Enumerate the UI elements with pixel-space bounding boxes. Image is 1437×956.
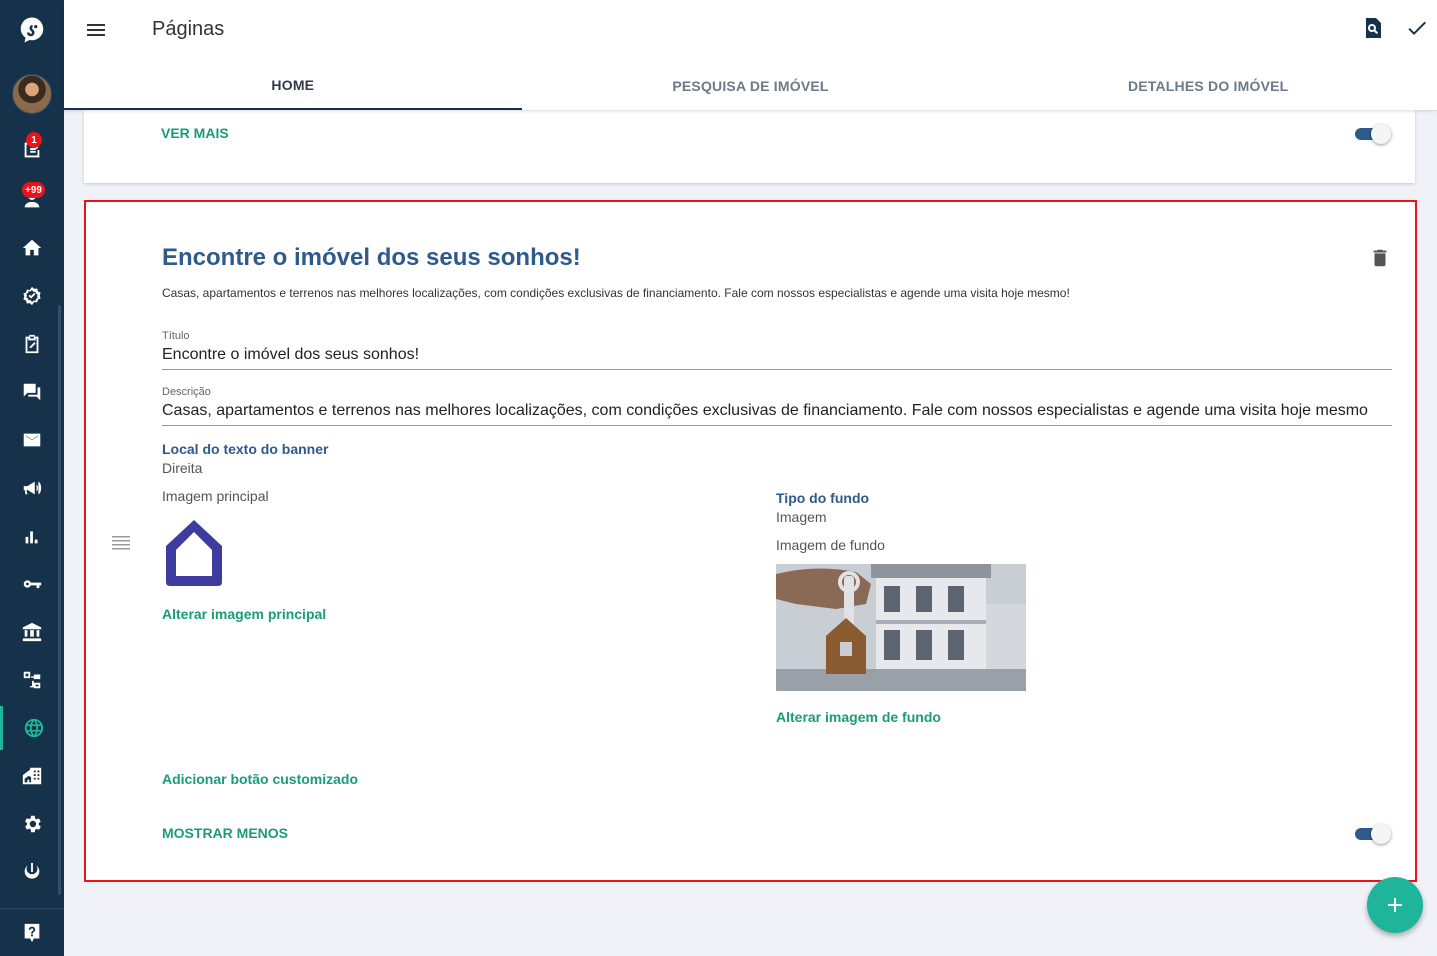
hierarchy-icon: [23, 671, 41, 689]
background-image-preview: [776, 564, 1026, 691]
notifications-badge: +99: [22, 182, 45, 198]
sidebar-item-notifications[interactable]: +99: [0, 178, 64, 222]
local-texto-value: Direita: [162, 460, 203, 476]
bank-icon: [22, 622, 42, 642]
mail-icon: [23, 433, 41, 447]
top-bar: Páginas HOME PESQUISA DE IMÓVEL DETALHES…: [64, 0, 1437, 110]
tab-pesquisa-imovel[interactable]: PESQUISA DE IMÓVEL: [522, 62, 980, 110]
toggle-knob: [1371, 824, 1391, 844]
megaphone-icon: [23, 481, 42, 495]
sidebar-item-home[interactable]: [0, 226, 64, 270]
hamburger-menu-icon[interactable]: [84, 18, 108, 42]
descricao-field[interactable]: Descrição Casas, apartamentos e terrenos…: [162, 386, 1392, 426]
banner-visibility-toggle[interactable]: [1355, 822, 1391, 844]
tab-detalhes-imovel[interactable]: DETALHES DO IMÓVEL: [979, 62, 1437, 110]
top-actions: [1361, 16, 1429, 40]
toggle-knob: [1371, 124, 1391, 144]
check-icon[interactable]: [1405, 16, 1429, 40]
sidebar-item-reports[interactable]: [0, 514, 64, 558]
sidebar-item-keys[interactable]: [0, 562, 64, 606]
help-icon: [24, 923, 40, 943]
banner-section-card: Encontre o imóvel dos seus sonhos! Casas…: [84, 200, 1417, 882]
sidebar: 1 +99: [0, 0, 64, 956]
chat-icon: [23, 383, 41, 401]
adicionar-botao-customizado-link[interactable]: Adicionar botão customizado: [162, 771, 358, 787]
imagem-fundo-label: Imagem de fundo: [776, 537, 885, 553]
plus-icon: [1388, 898, 1402, 912]
descricao-label: Descrição: [162, 386, 211, 398]
main-image-house-logo: [166, 520, 222, 586]
alterar-imagem-principal-link[interactable]: Alterar imagem principal: [162, 606, 326, 622]
tasks-badge: 1: [26, 132, 42, 148]
sidebar-item-contracts[interactable]: [0, 322, 64, 366]
clipboard-edit-icon: [25, 334, 39, 354]
titulo-field[interactable]: Título Encontre o imóvel dos seus sonhos…: [162, 330, 1392, 370]
power-icon: [24, 862, 40, 879]
trash-icon: [1373, 249, 1387, 267]
tipo-fundo-value: Imagem: [776, 509, 827, 525]
buildings-icon: [22, 767, 42, 785]
sidebar-scrollbar[interactable]: [58, 305, 61, 895]
page-title: Páginas: [152, 18, 225, 40]
sidebar-item-bank[interactable]: [0, 610, 64, 654]
add-section-button[interactable]: [1367, 877, 1423, 933]
sidebar-item-help[interactable]: [0, 910, 64, 956]
preview-search-icon[interactable]: [1361, 16, 1385, 40]
mostrar-menos-link[interactable]: MOSTRAR MENOS: [162, 825, 288, 841]
banner-description: Casas, apartamentos e terrenos nas melho…: [162, 286, 1070, 300]
home-icon: [22, 239, 42, 256]
house-keys-photo: [776, 564, 1026, 691]
sidebar-divider: [0, 908, 64, 909]
sidebar-item-tasks[interactable]: 1: [0, 128, 64, 172]
globe-icon: [24, 718, 43, 738]
sidebar-item-chat[interactable]: [0, 370, 64, 414]
titulo-input[interactable]: Encontre o imóvel dos seus sonhos!: [162, 346, 1392, 369]
tab-home[interactable]: HOME: [64, 62, 522, 110]
section-visibility-toggle[interactable]: [1355, 122, 1391, 144]
sidebar-item-properties[interactable]: [0, 754, 64, 798]
sidebar-item-website[interactable]: [0, 706, 64, 750]
key-icon: [23, 580, 42, 589]
previous-section-card: VER MAIS: [84, 110, 1415, 183]
sidebar-item-settings[interactable]: [0, 802, 64, 846]
gear-icon: [25, 815, 41, 833]
sidebar-item-campaigns[interactable]: [0, 466, 64, 510]
drag-handle-icon[interactable]: [110, 534, 132, 550]
titulo-label: Título: [162, 330, 190, 342]
banner-title: Encontre o imóvel dos seus sonhos!: [162, 244, 581, 271]
tab-bar: HOME PESQUISA DE IMÓVEL DETALHES DO IMÓV…: [64, 62, 1437, 110]
bar-chart-icon: [25, 531, 38, 544]
sidebar-item-logout[interactable]: [0, 850, 64, 894]
sidebar-item-structure[interactable]: [0, 658, 64, 702]
sidebar-item-verified[interactable]: [0, 274, 64, 318]
verified-badge-icon: [23, 286, 41, 306]
app-logo-icon[interactable]: [0, 8, 64, 52]
imagem-principal-label: Imagem principal: [162, 488, 269, 504]
descricao-input[interactable]: Casas, apartamentos e terrenos nas melho…: [162, 402, 1392, 425]
avatar[interactable]: [12, 74, 52, 114]
delete-section-button[interactable]: [1369, 246, 1391, 270]
alterar-imagem-fundo-link[interactable]: Alterar imagem de fundo: [776, 709, 941, 725]
ver-mais-link[interactable]: VER MAIS: [161, 125, 229, 141]
tipo-fundo-label[interactable]: Tipo do fundo: [776, 490, 869, 506]
sidebar-item-email[interactable]: [0, 418, 64, 462]
local-texto-label[interactable]: Local do texto do banner: [162, 441, 328, 457]
